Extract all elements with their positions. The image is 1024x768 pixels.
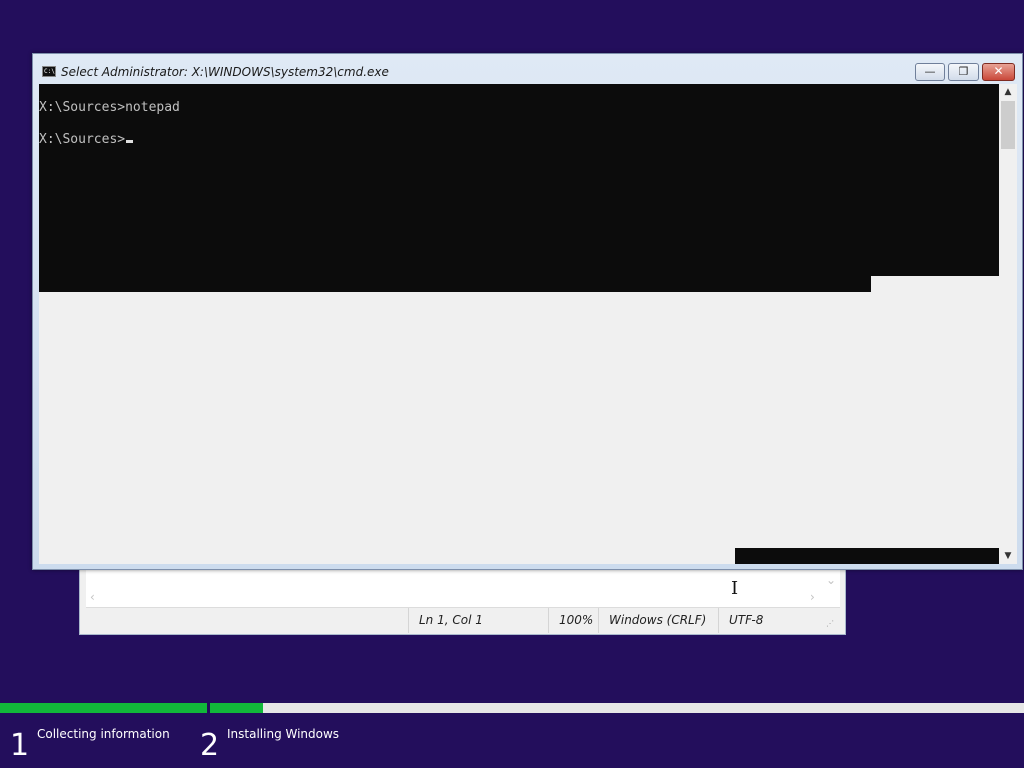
window-title: Select Administrator: X:\WINDOWS\system3… xyxy=(61,65,389,79)
scroll-down-arrow-icon[interactable]: ▼ xyxy=(999,548,1017,564)
scroll-right-arrow-icon[interactable]: › xyxy=(810,591,815,603)
setup-progress-bar xyxy=(0,703,1024,713)
console-buffer-strip xyxy=(39,276,871,292)
cmd-app-icon[interactable]: C:\ xyxy=(42,66,56,77)
resize-grip-icon[interactable]: ⋰ xyxy=(826,619,834,628)
status-cursor-position: Ln 1, Col 1 xyxy=(408,608,548,633)
status-encoding: UTF-8 xyxy=(718,608,818,633)
console-buffer xyxy=(39,84,999,276)
scroll-down-arrow-icon[interactable]: ⌄ xyxy=(826,574,836,586)
console-line: X:\Sources>notepad xyxy=(39,100,180,115)
status-line-ending: Windows (CRLF) xyxy=(598,608,718,633)
progress-installing-fill xyxy=(210,703,263,713)
scroll-left-arrow-icon[interactable]: ‹ xyxy=(90,591,95,603)
status-zoom: 100% xyxy=(548,608,598,633)
step-label-collecting: Collecting information xyxy=(37,727,170,741)
notepad-horizontal-scrollbar[interactable]: ‹ › xyxy=(86,589,822,607)
minimize-button[interactable]: — xyxy=(915,63,945,81)
progress-collecting-fill xyxy=(0,703,207,713)
text-cursor-icon xyxy=(126,140,134,143)
scroll-thumb[interactable] xyxy=(1001,101,1015,149)
ibeam-cursor-icon: I xyxy=(731,578,739,599)
console-area[interactable]: X:\Sources>notepad X:\Sources> xyxy=(39,84,999,564)
step-number-2: 2 xyxy=(200,728,220,763)
scroll-up-arrow-icon[interactable]: ▲ xyxy=(999,84,1017,100)
notepad-status-bar: Ln 1, Col 1 100% Windows (CRLF) UTF-8 ⋰ xyxy=(86,607,840,633)
step-number-1: 1 xyxy=(10,728,30,763)
cmd-vertical-scrollbar[interactable]: ▲ ▼ xyxy=(999,84,1017,564)
maximize-button[interactable]: ❐ xyxy=(948,63,979,81)
step-label-installing: Installing Windows xyxy=(227,727,340,741)
cmd-window[interactable]: C:\ Select Administrator: X:\WINDOWS\sys… xyxy=(32,53,1023,570)
console-buffer-fragment xyxy=(735,548,999,564)
close-button[interactable]: ✕ xyxy=(982,63,1015,81)
cmd-title-bar[interactable]: C:\ Select Administrator: X:\WINDOWS\sys… xyxy=(33,54,1022,84)
console-prompt: X:\Sources> xyxy=(39,132,134,148)
console-prompt-text: X:\Sources> xyxy=(39,132,126,147)
